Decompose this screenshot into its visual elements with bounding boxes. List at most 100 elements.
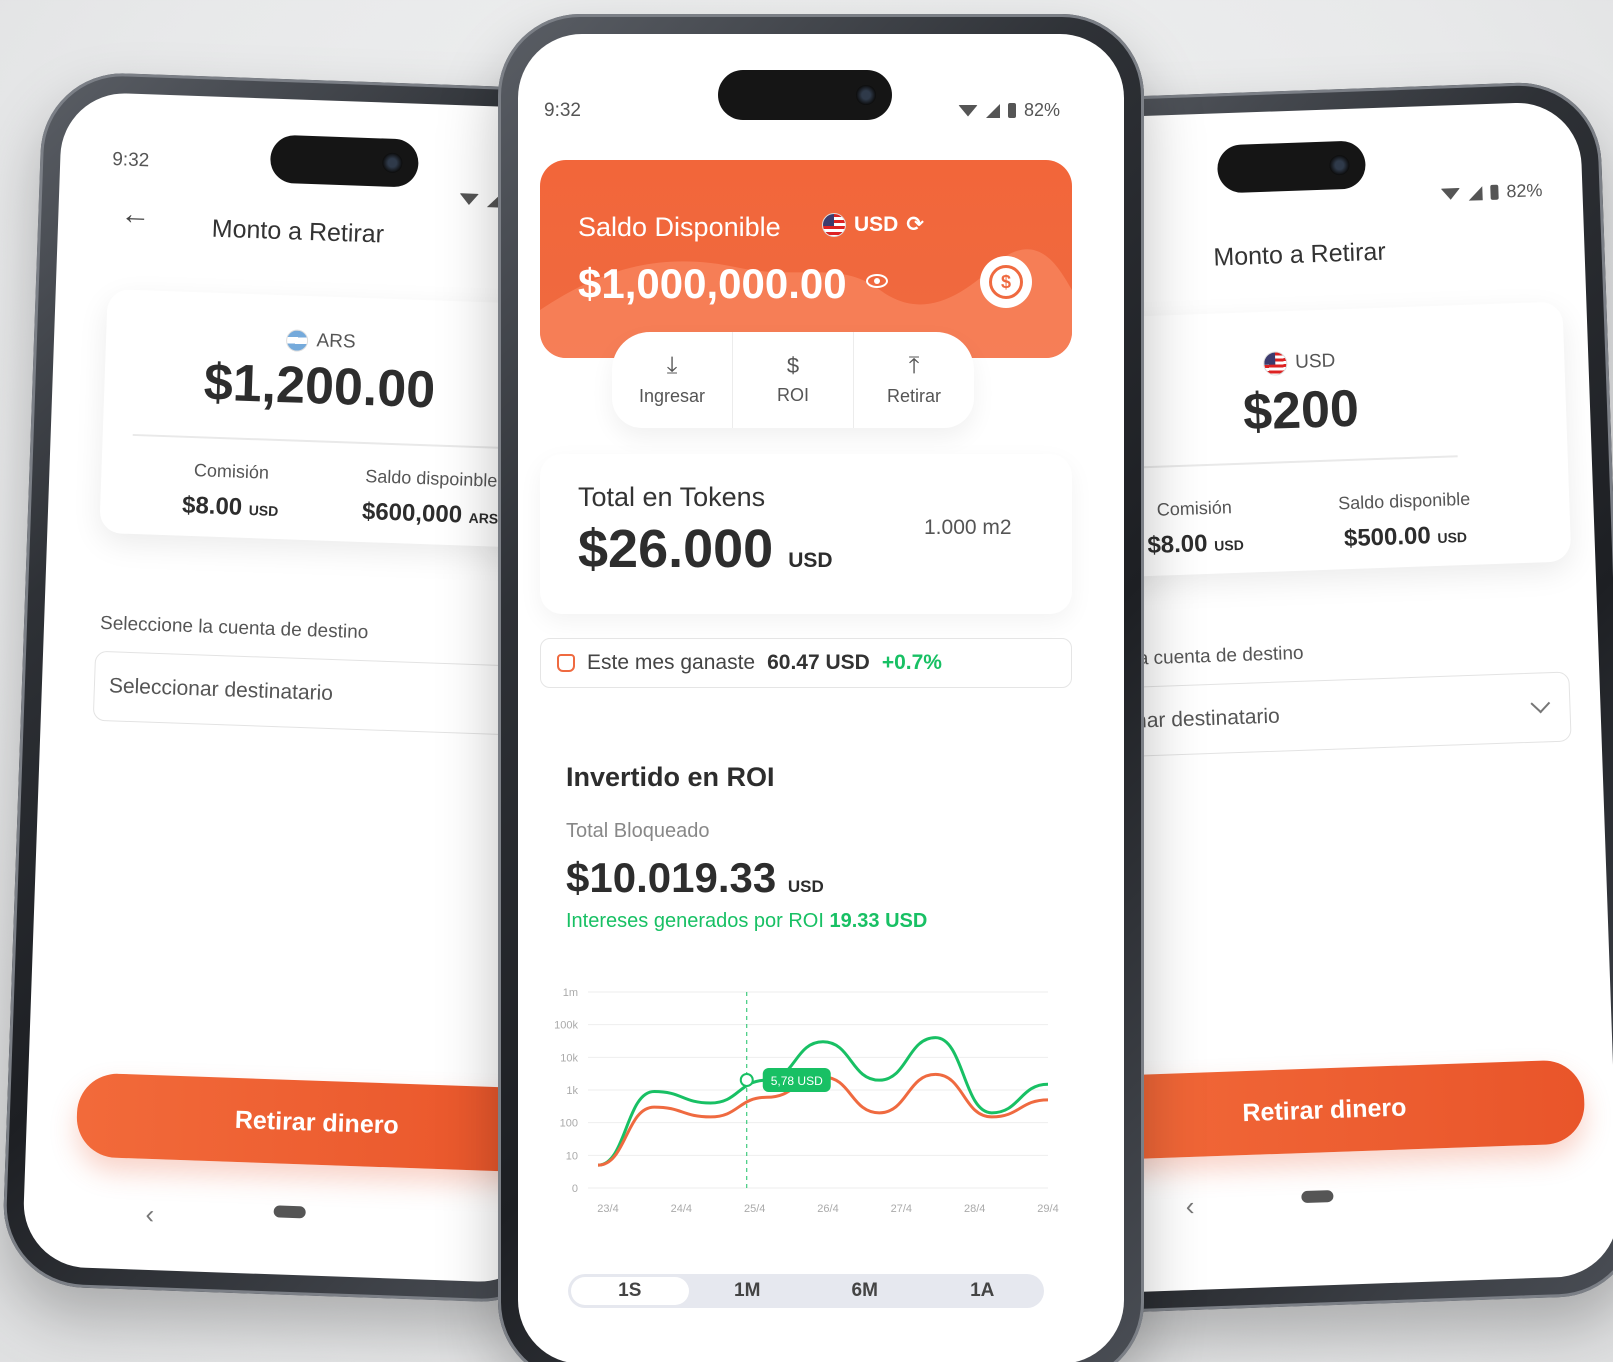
- y-tick-label: 10: [566, 1150, 578, 1162]
- period-tab-1m[interactable]: 1M: [689, 1277, 807, 1305]
- roi-line-chart: 1m100k10k1k10010023/4 24/4 25/4 26/4 27/4 28/…: [554, 987, 1059, 1215]
- balance-unit: USD: [1437, 528, 1468, 546]
- period-tab-6m[interactable]: 6M: [806, 1277, 924, 1305]
- destination-select[interactable]: Seleccionar destinatario: [92, 650, 565, 738]
- deposit-label: Ingresar: [638, 385, 706, 406]
- nav-back-icon[interactable]: ‹: [145, 1199, 155, 1230]
- wifi-icon: [958, 104, 978, 117]
- center-phone: 9:32 82% Saldo Disponible USD ⟳ $1,000,0…: [498, 14, 1144, 1362]
- currency-code: ARS: [316, 330, 356, 353]
- y-tick-label: 1m: [563, 987, 578, 999]
- battery-icon: [1490, 184, 1499, 200]
- status-time: 9:32: [544, 100, 581, 121]
- refresh-icon: ⟳: [906, 213, 924, 236]
- monthly-earnings-banner: Este mes ganaste 60.47 USD +0.7%: [540, 638, 1072, 688]
- tooltip-label: 5,78 USD: [771, 1074, 823, 1088]
- camera-notch: [718, 70, 892, 120]
- y-tick-label: 1k: [566, 1085, 578, 1097]
- crosshair-dot[interactable]: [739, 1073, 754, 1087]
- x-tick-label: 28/4: [964, 1203, 985, 1215]
- balance-label: Saldo disponible: [1337, 488, 1471, 514]
- eye-icon[interactable]: [866, 274, 888, 288]
- home-icon: [557, 654, 575, 672]
- signal-icon: [1468, 185, 1483, 201]
- center-screen: 9:32 82% Saldo Disponible USD ⟳ $1,000,0…: [518, 34, 1124, 1362]
- dollar-hand-icon: $: [786, 352, 800, 378]
- roi-interest-value: 19.33 USD: [829, 910, 928, 932]
- signal-icon: [986, 103, 1000, 118]
- status-icons: 82%: [1440, 180, 1543, 205]
- deposit-action[interactable]: ⤓ Ingresar: [612, 332, 732, 428]
- x-tick-label: 24/4: [671, 1203, 692, 1215]
- roi-interest: Intereses generados por ROI 19.33 USD: [566, 910, 927, 933]
- exchange-icon[interactable]: $: [980, 256, 1032, 308]
- commission-amount: $8.00: [181, 491, 243, 521]
- tokens-card: Total en Tokens $26.000 USD 1.000 m2: [540, 454, 1072, 614]
- page-title: Monto a Retirar: [211, 214, 385, 249]
- balance-value: $500.00 USD: [1300, 519, 1511, 554]
- balance-title: Saldo Disponible: [578, 212, 781, 242]
- balance-unit: ARS: [468, 509, 499, 527]
- tokens-area: 1.000 m2: [924, 516, 1012, 539]
- x-tick-label: 29/4: [1037, 1203, 1058, 1215]
- period-tab-1s[interactable]: 1S: [571, 1277, 689, 1305]
- roi-subtitle: Total Bloqueado: [566, 820, 710, 842]
- camera-notch: [1216, 140, 1367, 194]
- upload-icon: ⤒: [908, 351, 920, 379]
- argentina-flag-icon: [286, 329, 309, 353]
- roi-amount: $10.019.33 USD: [566, 854, 824, 902]
- balance-currency[interactable]: USD ⟳: [822, 212, 924, 237]
- us-flag-icon: [822, 212, 846, 237]
- balance-amount: $500.00: [1343, 522, 1432, 553]
- nav-home-pill[interactable]: [1301, 1190, 1334, 1204]
- currency-code: USD: [1294, 350, 1336, 373]
- x-tick-label: 27/4: [891, 1203, 912, 1215]
- battery-percent: 82%: [1506, 180, 1543, 202]
- x-tick-label: 23/4: [597, 1203, 618, 1215]
- tokens-amount: $26.000 USD: [578, 518, 833, 580]
- destination-placeholder: Seleccionar destinatario: [108, 674, 334, 706]
- withdraw-amount: $1,200.00: [202, 353, 437, 420]
- period-tab-1a[interactable]: 1A: [924, 1277, 1042, 1305]
- balance-amount: $600,000: [361, 497, 463, 529]
- nav-back-icon[interactable]: ‹: [1185, 1191, 1195, 1222]
- earn-percent: +0.7%: [881, 651, 942, 674]
- period-selector: 1S 1M 6M 1A: [568, 1274, 1044, 1308]
- balance-amount: $1,000,000.00: [578, 260, 847, 307]
- x-tick-label: 26/4: [817, 1203, 838, 1215]
- x-tick-label: 25/4: [744, 1203, 765, 1215]
- roi-label: ROI: [776, 384, 809, 405]
- roi-unit: USD: [787, 877, 824, 896]
- camera-notch: [269, 134, 420, 188]
- wifi-icon: [459, 193, 479, 206]
- battery-icon: [1008, 103, 1016, 118]
- roi-interest-label: Intereses generados por ROI: [566, 910, 824, 932]
- tokens-title: Total en Tokens: [578, 482, 766, 512]
- withdraw-action[interactable]: ⤒ Retirar: [853, 332, 974, 428]
- download-icon: ⤓: [666, 351, 678, 379]
- tokens-value: $26.000: [578, 519, 774, 579]
- earn-amount: 60.47 USD: [767, 651, 870, 674]
- earn-text: Este mes ganaste: [587, 651, 756, 674]
- action-bar: ⤓ Ingresar $ ROI ⤒ Retirar: [612, 332, 974, 428]
- destination-label: Seleccione la cuenta de destino: [99, 612, 369, 644]
- status-icons: 82%: [958, 100, 1060, 121]
- roi-value: $10.019.33: [566, 854, 777, 901]
- series-line-0: [597, 1036, 1049, 1167]
- y-tick-label: 100k: [554, 1020, 578, 1032]
- y-tick-label: 0: [572, 1183, 578, 1195]
- chevron-down-icon: [1530, 693, 1551, 714]
- battery-percent: 82%: [1024, 100, 1061, 120]
- status-time: 9:32: [111, 149, 150, 172]
- y-tick-label: 100: [560, 1118, 578, 1130]
- withdraw-label: Retirar: [886, 385, 941, 406]
- tokens-unit: USD: [788, 549, 833, 572]
- commission-unit: USD: [1213, 536, 1245, 554]
- roi-title: Invertido en ROI: [566, 762, 775, 792]
- withdraw-button[interactable]: Retirar dinero: [75, 1072, 559, 1174]
- roi-action[interactable]: $ ROI: [732, 332, 853, 428]
- balance-card: Saldo Disponible USD ⟳ $1,000,000.00 $: [540, 160, 1072, 358]
- nav-home-pill[interactable]: [273, 1205, 306, 1219]
- wifi-icon: [1440, 187, 1460, 200]
- commission-label: Comisión: [193, 460, 270, 483]
